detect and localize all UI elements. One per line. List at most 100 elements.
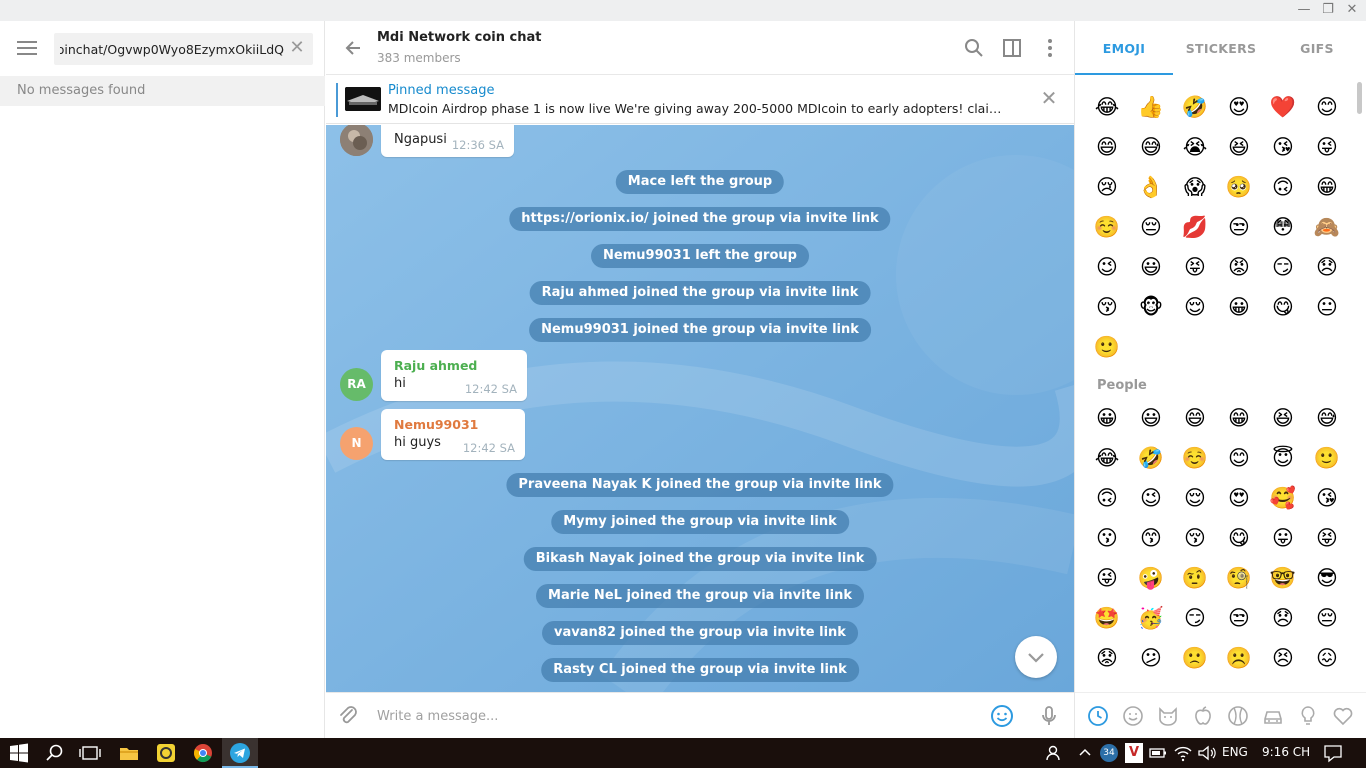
- emoji-people-32[interactable]: 😏: [1181, 604, 1209, 632]
- emoji-people-35[interactable]: 😔: [1313, 604, 1341, 632]
- recent-icon[interactable]: [1086, 704, 1110, 728]
- emoji-recent-17[interactable]: 😁: [1313, 173, 1341, 201]
- minimize-button[interactable]: —: [1294, 2, 1314, 18]
- emoji-recent-13[interactable]: 👌: [1137, 173, 1165, 201]
- emoji-people-1[interactable]: 😃: [1137, 404, 1165, 432]
- emoji-people-34[interactable]: 😞: [1269, 604, 1297, 632]
- emoji-recent-27[interactable]: 😡: [1225, 253, 1253, 281]
- telegram-taskbar-button[interactable]: [222, 738, 258, 768]
- emoji-recent-34[interactable]: 😋: [1269, 293, 1297, 321]
- search-icon[interactable]: [44, 742, 66, 764]
- emoji-people-11[interactable]: 🙂: [1313, 444, 1341, 472]
- emoji-people-22[interactable]: 😛: [1269, 524, 1297, 552]
- clear-search-icon[interactable]: ✕: [287, 38, 307, 58]
- pinned-message-bar[interactable]: Pinned message MDIcoin Airdrop phase 1 i…: [326, 76, 1074, 124]
- smile-icon[interactable]: [1121, 704, 1145, 728]
- emoji-recent-31[interactable]: 🐵: [1137, 293, 1165, 321]
- emoji-people-27[interactable]: 🧐: [1225, 564, 1253, 592]
- emoji-people-28[interactable]: 🤓: [1269, 564, 1297, 592]
- notifications-icon[interactable]: [1322, 742, 1344, 764]
- emoji-recent-33[interactable]: 😀: [1225, 293, 1253, 321]
- search-input[interactable]: [54, 33, 284, 65]
- emoji-recent-20[interactable]: 💋: [1181, 213, 1209, 241]
- emoji-people-38[interactable]: 🙁: [1181, 644, 1209, 672]
- tab-stickers[interactable]: STICKERS: [1173, 21, 1269, 75]
- emoji-recent-29[interactable]: 😞: [1313, 253, 1341, 281]
- emoji-people-25[interactable]: 🤪: [1137, 564, 1165, 592]
- emoji-people-12[interactable]: 🙃: [1093, 484, 1121, 512]
- avatar-raju[interactable]: RA: [340, 368, 373, 401]
- emoji-people-41[interactable]: 😖: [1313, 644, 1341, 672]
- file-explorer-icon[interactable]: [118, 742, 140, 764]
- emoji-recent-0[interactable]: 😂: [1093, 93, 1121, 121]
- emoji-people-39[interactable]: ☹️: [1225, 644, 1253, 672]
- sidebar-toggle-icon[interactable]: [1001, 37, 1023, 59]
- avatar-nemu[interactable]: N: [340, 427, 373, 460]
- emoji-recent-5[interactable]: 😊: [1313, 93, 1341, 121]
- clock[interactable]: 9:16 CH: [1262, 745, 1310, 759]
- emoji-recent-11[interactable]: 😜: [1313, 133, 1341, 161]
- message-input[interactable]: [377, 703, 977, 729]
- emoji-people-36[interactable]: 😟: [1093, 644, 1121, 672]
- emoji-recent-36[interactable]: 🙂: [1093, 333, 1121, 361]
- emoji-recent-10[interactable]: 😘: [1269, 133, 1297, 161]
- tray-badge[interactable]: 34: [1100, 744, 1118, 762]
- emoji-people-14[interactable]: 😌: [1181, 484, 1209, 512]
- chat-title[interactable]: Mdi Network coin chat: [377, 30, 541, 45]
- emoji-recent-12[interactable]: 😢: [1093, 173, 1121, 201]
- emoji-recent-35[interactable]: 😐: [1313, 293, 1341, 321]
- animal-icon[interactable]: [1156, 704, 1180, 728]
- emoji-people-13[interactable]: 😉: [1137, 484, 1165, 512]
- microphone-icon[interactable]: [1037, 704, 1061, 728]
- sender-name[interactable]: Raju ahmed: [394, 358, 477, 373]
- emoji-recent-15[interactable]: 🥺: [1225, 173, 1253, 201]
- emoji-people-20[interactable]: 😚: [1181, 524, 1209, 552]
- message-nemu[interactable]: Nemu99031 hi guys 12:42 SA: [381, 409, 525, 460]
- emoji-people-4[interactable]: 😆: [1269, 404, 1297, 432]
- emoji-people-31[interactable]: 🥳: [1137, 604, 1165, 632]
- tab-emoji[interactable]: EMOJI: [1075, 21, 1173, 75]
- avatar-ngapusi[interactable]: [340, 125, 373, 156]
- close-window-button[interactable]: ✕: [1342, 2, 1362, 18]
- scroll-to-bottom-button[interactable]: [1015, 636, 1057, 678]
- emoji-recent-7[interactable]: 😅: [1137, 133, 1165, 161]
- close-pinned-icon[interactable]: ✕: [1039, 88, 1059, 108]
- emoji-people-6[interactable]: 😂: [1093, 444, 1121, 472]
- emoji-recent-18[interactable]: ☺️: [1093, 213, 1121, 241]
- tab-gifs[interactable]: GIFS: [1269, 21, 1365, 75]
- emoji-people-8[interactable]: ☺️: [1181, 444, 1209, 472]
- emoji-recent-3[interactable]: 😍: [1225, 93, 1253, 121]
- emoji-recent-2[interactable]: 🤣: [1181, 93, 1209, 121]
- emoji-recent-21[interactable]: 😒: [1225, 213, 1253, 241]
- emoji-people-23[interactable]: 😝: [1313, 524, 1341, 552]
- emoji-people-24[interactable]: 😜: [1093, 564, 1121, 592]
- emoji-recent-9[interactable]: 😆: [1225, 133, 1253, 161]
- emoji-recent-1[interactable]: 👍: [1137, 93, 1165, 121]
- emoji-recent-8[interactable]: 😭: [1181, 133, 1209, 161]
- message-raju[interactable]: Raju ahmed hi 12:42 SA: [381, 350, 527, 401]
- symbol-icon[interactable]: [1331, 704, 1355, 728]
- emoji-recent-32[interactable]: 😌: [1181, 293, 1209, 321]
- emoji-recent-23[interactable]: 🙈: [1313, 213, 1341, 241]
- task-view-icon[interactable]: [79, 742, 101, 764]
- emoji-people-17[interactable]: 😘: [1313, 484, 1341, 512]
- emoji-recent-26[interactable]: 😝: [1181, 253, 1209, 281]
- emoji-people-7[interactable]: 🤣: [1137, 444, 1165, 472]
- volume-icon[interactable]: [1196, 742, 1218, 764]
- emoji-recent-22[interactable]: 😳: [1269, 213, 1297, 241]
- language-indicator[interactable]: ENG: [1222, 745, 1248, 759]
- service-message[interactable]: https://orionix.io/ joined the group via…: [509, 207, 891, 231]
- emoji-scrollbar[interactable]: [1357, 82, 1362, 114]
- object-icon[interactable]: [1296, 704, 1320, 728]
- antivirus-icon[interactable]: V: [1125, 743, 1143, 763]
- emoji-recent-6[interactable]: 😄: [1093, 133, 1121, 161]
- emoji-recent-16[interactable]: 🙃: [1269, 173, 1297, 201]
- emoji-people-5[interactable]: 😅: [1313, 404, 1341, 432]
- emoji-recent-19[interactable]: 😔: [1137, 213, 1165, 241]
- travel-icon[interactable]: [1261, 704, 1285, 728]
- more-options-icon[interactable]: [1039, 37, 1061, 59]
- emoji-people-26[interactable]: 🤨: [1181, 564, 1209, 592]
- message-list[interactable]: Ngapusi 12:36 SA Mace left the group htt…: [326, 125, 1074, 692]
- search-icon[interactable]: [963, 37, 985, 59]
- sender-name[interactable]: Nemu99031: [394, 417, 478, 432]
